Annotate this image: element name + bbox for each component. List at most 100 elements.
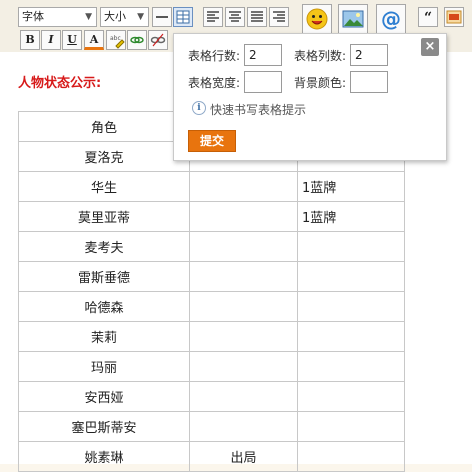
table-cell[interactable] bbox=[189, 351, 298, 382]
image-icon bbox=[342, 10, 364, 28]
table-row: 莫里亚蒂 1蓝牌 bbox=[18, 201, 405, 232]
link-button[interactable] bbox=[127, 30, 147, 50]
table-cell[interactable]: 塞巴斯蒂安 bbox=[18, 411, 190, 442]
align-right-icon bbox=[273, 11, 285, 22]
table-cell[interactable] bbox=[297, 441, 405, 472]
align-center-icon bbox=[229, 11, 241, 22]
table-cell[interactable]: 麦考夫 bbox=[18, 231, 190, 262]
link-icon bbox=[130, 36, 144, 44]
quote-icon: “ bbox=[424, 10, 432, 26]
align-right-button[interactable] bbox=[269, 7, 289, 27]
table-row: 麦考夫 bbox=[18, 231, 405, 262]
width-label: 表格宽度: bbox=[188, 76, 241, 90]
cols-input[interactable]: 2 bbox=[350, 44, 388, 66]
cols-label: 表格列数: bbox=[294, 49, 347, 63]
at-sign-icon: @ bbox=[381, 7, 401, 31]
table-cell[interactable]: 华生 bbox=[18, 171, 190, 202]
table-cell[interactable] bbox=[297, 381, 405, 412]
font-size-select-value: 大小 bbox=[104, 10, 126, 23]
rows-label: 表格行数: bbox=[188, 49, 241, 63]
table-cell[interactable]: 姚素琳 bbox=[18, 441, 190, 472]
svg-text:abc: abc bbox=[110, 35, 121, 42]
table-row: 安西娅 bbox=[18, 381, 405, 412]
table-cell[interactable]: 莫里亚蒂 bbox=[18, 201, 190, 232]
svg-text:“: “ bbox=[424, 10, 432, 26]
table-row: 哈德森 bbox=[18, 291, 405, 322]
status-title: 人物状态公示: bbox=[18, 76, 102, 91]
table-cell[interactable] bbox=[297, 231, 405, 262]
table-cell[interactable]: 角色 bbox=[18, 111, 190, 142]
bold-label: B bbox=[25, 33, 35, 46]
emoticon-button[interactable] bbox=[302, 4, 332, 34]
unlink-icon bbox=[150, 33, 166, 47]
italic-button[interactable]: I bbox=[41, 30, 61, 50]
table-row: 玛丽 bbox=[18, 351, 405, 382]
free-tag-button[interactable] bbox=[444, 7, 464, 27]
table-cell[interactable] bbox=[189, 201, 298, 232]
close-icon[interactable]: × bbox=[421, 38, 439, 56]
highlight-button[interactable]: abc bbox=[106, 30, 126, 50]
table-row: 华生 1蓝牌 bbox=[18, 171, 405, 202]
table-cell[interactable] bbox=[189, 321, 298, 352]
table-cell[interactable] bbox=[189, 171, 298, 202]
font-family-select-value: 字体 bbox=[22, 10, 44, 23]
insert-table-dialog: 表格行数: 2 表格列数: 2 表格宽度: 背景颜色: i 快速书写表格提示 提… bbox=[173, 33, 447, 161]
table-cell[interactable] bbox=[189, 411, 298, 442]
width-input[interactable] bbox=[244, 71, 282, 93]
insert-link-button[interactable]: @ bbox=[376, 4, 406, 34]
svg-text:@: @ bbox=[381, 7, 401, 31]
info-icon: i bbox=[192, 101, 206, 115]
bg-color-input[interactable] bbox=[350, 71, 388, 93]
align-justify-icon bbox=[251, 11, 263, 22]
align-left-button[interactable] bbox=[203, 7, 223, 27]
smiley-icon bbox=[306, 8, 328, 30]
table-cell[interactable] bbox=[189, 231, 298, 262]
horizontal-rule-icon bbox=[156, 16, 168, 18]
underline-button[interactable]: U bbox=[62, 30, 82, 50]
font-color-button[interactable]: A bbox=[84, 30, 104, 50]
align-justify-button[interactable] bbox=[247, 7, 267, 27]
align-left-icon bbox=[207, 11, 219, 22]
quick-table-hint-link[interactable]: 快速书写表格提示 bbox=[210, 101, 306, 118]
insert-image-button[interactable] bbox=[338, 4, 368, 34]
align-center-button[interactable] bbox=[225, 7, 245, 27]
font-family-select[interactable]: 字体 ▼ bbox=[18, 7, 97, 27]
table-cell[interactable]: 夏洛克 bbox=[18, 141, 190, 172]
table-cell[interactable]: 安西娅 bbox=[18, 381, 190, 412]
bold-button[interactable]: B bbox=[20, 30, 40, 50]
table-row: 雷斯垂德 bbox=[18, 261, 405, 292]
table-cell[interactable]: 雷斯垂德 bbox=[18, 261, 190, 292]
table-cell[interactable]: 玛丽 bbox=[18, 351, 190, 382]
rows-input[interactable]: 2 bbox=[244, 44, 282, 66]
underline-label: U bbox=[67, 33, 77, 46]
font-size-select[interactable]: 大小 ▼ bbox=[100, 7, 149, 27]
table-cell[interactable] bbox=[297, 351, 405, 382]
italic-label: I bbox=[48, 33, 54, 46]
table-cell[interactable] bbox=[189, 381, 298, 412]
table-cell[interactable] bbox=[189, 291, 298, 322]
table-cell[interactable]: 茉莉 bbox=[18, 321, 190, 352]
table-cell[interactable]: 出局 bbox=[189, 441, 298, 472]
submit-button[interactable]: 提交 bbox=[188, 130, 236, 152]
free-tag-icon bbox=[446, 10, 462, 24]
font-color-label: A bbox=[89, 33, 99, 46]
table-cell[interactable] bbox=[189, 261, 298, 292]
table-icon bbox=[176, 10, 190, 24]
highlighter-icon: abc bbox=[110, 35, 125, 49]
table-cell[interactable]: 1蓝牌 bbox=[297, 171, 405, 202]
horizontal-rule-button[interactable] bbox=[152, 7, 172, 27]
table-cell[interactable] bbox=[297, 261, 405, 292]
table-cell[interactable] bbox=[297, 411, 405, 442]
table-row: 茉莉 bbox=[18, 321, 405, 352]
table-cell[interactable]: 哈德森 bbox=[18, 291, 190, 322]
table-row: 姚素琳 出局 bbox=[18, 441, 405, 472]
table-cell[interactable] bbox=[297, 291, 405, 322]
roles-table: 角色 夏洛克 华生 1蓝牌 莫里亚蒂 1蓝牌 麦考夫 雷斯垂德 哈德森 茉莉 玛丽 安西娅 塞巴斯蒂安姚… bbox=[18, 111, 405, 472]
unlink-button[interactable] bbox=[148, 30, 168, 50]
table-cell[interactable] bbox=[297, 321, 405, 352]
table-cell[interactable]: 1蓝牌 bbox=[297, 201, 405, 232]
chevron-down-icon: ▼ bbox=[137, 12, 144, 22]
quote-button[interactable]: “ bbox=[418, 7, 438, 27]
insert-table-button[interactable] bbox=[173, 7, 193, 27]
table-row: 塞巴斯蒂安 bbox=[18, 411, 405, 442]
